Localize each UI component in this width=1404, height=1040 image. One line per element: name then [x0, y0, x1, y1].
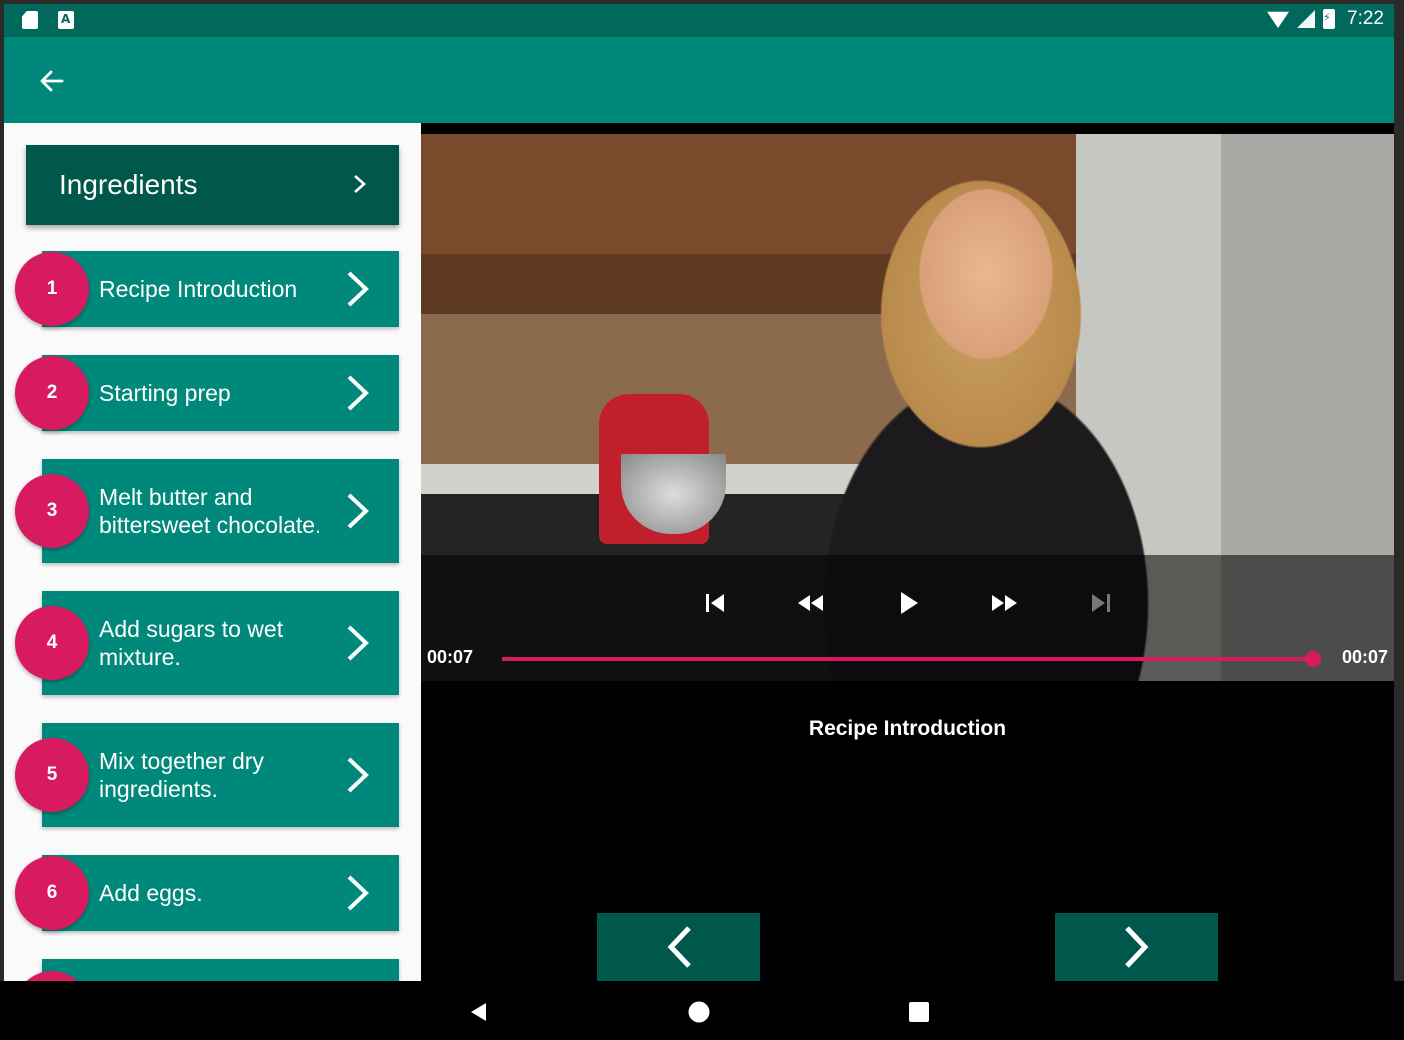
- skip-previous-icon: [706, 594, 724, 612]
- fast-forward-icon: [992, 595, 1017, 611]
- wifi-icon: [1267, 11, 1290, 28]
- step-item-5[interactable]: 5 Mix together dry ingredients.: [15, 723, 399, 827]
- arrow-back-icon: [40, 70, 64, 92]
- status-time: 7:22: [1347, 8, 1384, 29]
- step-item-4[interactable]: 4 Add sugars to wet mixture.: [15, 591, 399, 695]
- chevron-left-icon: [667, 926, 691, 968]
- step-label: Mix together dry ingredients.: [99, 748, 264, 802]
- nav-recents-icon[interactable]: [908, 1001, 930, 1023]
- step-number-badge: 3: [15, 474, 89, 548]
- steps-sidebar: Ingredients 1 Recipe Introduction 2 Star…: [4, 123, 421, 981]
- chevron-right-icon: [347, 875, 369, 911]
- play-button[interactable]: [888, 583, 928, 623]
- player-controls: 00:07 00:07: [421, 555, 1394, 681]
- chevron-right-icon: [347, 271, 369, 307]
- seek-bar[interactable]: [502, 657, 1313, 661]
- status-bar: 7:22: [4, 4, 1394, 37]
- step-item-1[interactable]: 1 Recipe Introduction: [15, 251, 399, 327]
- position-time: 00:07: [427, 647, 474, 667]
- step-label: Recipe Introduction: [99, 276, 298, 302]
- chevron-right-icon: [354, 175, 366, 193]
- signal-icon: [1297, 10, 1316, 28]
- ingredients-button[interactable]: Ingredients: [26, 145, 399, 225]
- step-label: Add eggs.: [99, 880, 203, 906]
- battery-charging-icon: [1323, 9, 1336, 29]
- step-number-badge: 5: [15, 738, 89, 812]
- back-button[interactable]: [32, 61, 72, 101]
- ingredients-label: Ingredients: [59, 169, 198, 200]
- skip-next-icon: [1092, 594, 1110, 612]
- a-letter-icon: [58, 11, 74, 29]
- duration-time: 00:07: [1341, 647, 1388, 667]
- step-label: Add sugars to wet mixture.: [99, 616, 284, 670]
- step-number-badge: 4: [15, 606, 89, 680]
- chevron-right-icon: [347, 625, 369, 661]
- step-number-badge: [15, 971, 89, 981]
- step-item-2[interactable]: 2 Starting prep: [15, 355, 399, 431]
- app-bar: [4, 37, 1394, 123]
- step-item-partial[interactable]: [15, 959, 399, 981]
- chevron-right-icon: [347, 757, 369, 793]
- step-item-3[interactable]: 3 Melt butter and bittersweet chocolate.: [15, 459, 399, 563]
- step-number-badge: 1: [15, 252, 89, 326]
- step-number-badge: 2: [15, 356, 89, 430]
- step-label: Starting prep: [99, 380, 231, 406]
- step-number-badge: 6: [15, 856, 89, 930]
- play-icon: [901, 592, 918, 614]
- nav-home-icon[interactable]: [688, 1001, 710, 1023]
- rewind-icon: [798, 595, 823, 611]
- fast-forward-button[interactable]: [985, 583, 1025, 623]
- step-label: Melt butter and bittersweet chocolate.: [99, 484, 319, 538]
- system-navigation-bar: [0, 981, 1404, 1040]
- chevron-right-icon: [347, 493, 369, 529]
- rewind-button[interactable]: [790, 583, 830, 623]
- next-step-button[interactable]: [1055, 913, 1218, 981]
- nav-back-icon[interactable]: [468, 1001, 490, 1023]
- chevron-right-icon: [347, 375, 369, 411]
- chevron-right-icon: [1124, 926, 1148, 968]
- video-player[interactable]: 00:07 00:07: [421, 134, 1394, 681]
- app-window: 7:22 Ingredients 1 Recipe Introduction 2…: [4, 4, 1394, 981]
- step-item-6[interactable]: 6 Add eggs.: [15, 855, 399, 931]
- seek-thumb[interactable]: [1305, 651, 1321, 667]
- skip-previous-button[interactable]: [695, 583, 735, 623]
- previous-step-button[interactable]: [597, 913, 760, 981]
- skip-next-button[interactable]: [1081, 583, 1121, 623]
- sd-card-icon: [22, 11, 38, 29]
- step-title: Recipe Introduction: [808, 717, 1007, 740]
